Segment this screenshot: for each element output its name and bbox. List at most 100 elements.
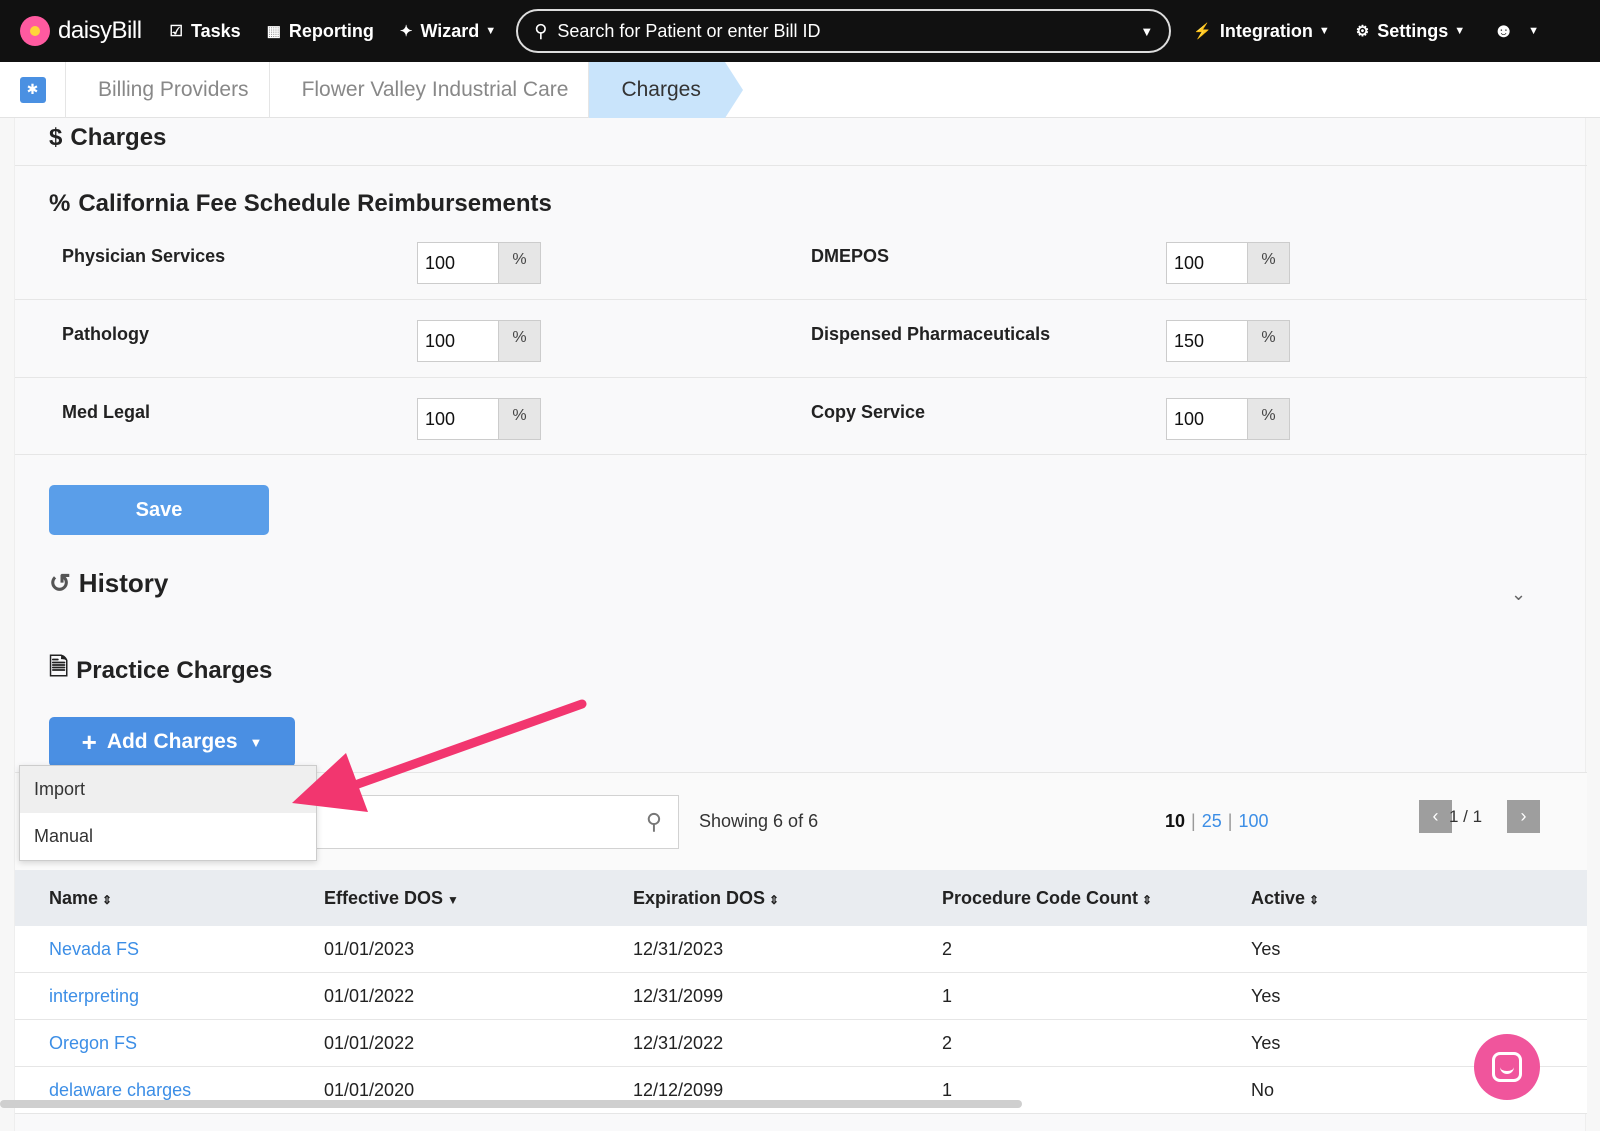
user-avatar-icon: ☻ bbox=[1493, 19, 1515, 42]
document-upload-icon: 🗎 bbox=[49, 654, 69, 681]
charges-heading: $ Charges bbox=[49, 124, 166, 152]
breadcrumb-charges[interactable]: Charges bbox=[589, 61, 744, 118]
next-page-button[interactable]: › bbox=[1507, 800, 1540, 833]
prev-page-button[interactable]: ‹ bbox=[1419, 800, 1452, 833]
nav-wizard[interactable]: ✦ Wizard ▼ bbox=[400, 21, 496, 42]
dropdown-item-import[interactable]: Import bbox=[20, 766, 316, 813]
active-status: No bbox=[1251, 1080, 1275, 1100]
percent-addon: % bbox=[498, 399, 540, 439]
fee-label-copy-service: Copy Service bbox=[811, 402, 926, 422]
physician-services-field[interactable]: 100 % bbox=[417, 242, 541, 284]
per-page-25[interactable]: 25 bbox=[1202, 811, 1222, 831]
table-search-input[interactable]: ⚲ bbox=[315, 795, 679, 849]
col-procedure-code-count-label: Procedure Code Count bbox=[942, 888, 1139, 908]
history-clock-icon: ↺ bbox=[49, 568, 71, 598]
breadcrumb-home[interactable]: ✱ bbox=[0, 61, 66, 118]
expiration-dos: 12/31/2023 bbox=[633, 939, 724, 959]
col-active[interactable]: Active ⇕ bbox=[1251, 888, 1319, 909]
table-row: Nevada FS 01/01/2023 12/31/2023 2 Yes bbox=[15, 926, 1587, 973]
dollar-icon: $ bbox=[49, 124, 63, 151]
save-button[interactable]: Save bbox=[49, 485, 269, 535]
per-page-selector: 10 | 25 | 100 bbox=[1165, 811, 1268, 832]
breadcrumb-billing-providers[interactable]: Billing Providers bbox=[66, 61, 270, 118]
nav-tasks[interactable]: ☑ Tasks bbox=[170, 21, 241, 42]
chevron-down-icon[interactable]: ▼ bbox=[1140, 24, 1153, 39]
add-charges-button[interactable]: + Add Charges ▼ bbox=[49, 717, 295, 767]
dispensed-pharmaceuticals-value[interactable]: 150 bbox=[1167, 321, 1247, 361]
nav-reporting[interactable]: ▦ Reporting bbox=[267, 21, 374, 42]
expiration-dos: 12/12/2099 bbox=[633, 1080, 724, 1100]
col-name[interactable]: Name ⇕ bbox=[49, 888, 112, 909]
logo[interactable]: daisyBill bbox=[20, 16, 142, 46]
chevron-down-icon: ▼ bbox=[1454, 25, 1466, 37]
dispensed-pharmaceuticals-field[interactable]: 150 % bbox=[1166, 320, 1290, 362]
percent-addon: % bbox=[1247, 321, 1289, 361]
charge-name-link[interactable]: interpreting bbox=[49, 986, 139, 1007]
pathology-value[interactable]: 100 bbox=[418, 321, 498, 361]
search-icon[interactable]: ⚲ bbox=[646, 809, 662, 835]
fee-schedule-title: California Fee Schedule Reimbursements bbox=[78, 190, 552, 217]
active-status: Yes bbox=[1251, 986, 1281, 1006]
per-page-10[interactable]: 10 bbox=[1165, 811, 1185, 831]
nav-integration[interactable]: ⚡ Integration ▼ bbox=[1193, 21, 1330, 42]
effective-dos: 01/01/2022 bbox=[324, 1033, 415, 1053]
chat-icon bbox=[1492, 1052, 1522, 1082]
sort-icon: ⇕ bbox=[769, 893, 780, 907]
caret-down-icon: ▼ bbox=[249, 734, 263, 750]
expiration-dos: 12/31/2099 bbox=[633, 986, 724, 1006]
med-legal-value[interactable]: 100 bbox=[418, 399, 498, 439]
med-legal-field[interactable]: 100 % bbox=[417, 398, 541, 440]
col-effective-dos[interactable]: Effective DOS ▼ bbox=[324, 888, 459, 909]
chevron-down-icon[interactable]: ⌄ bbox=[1511, 584, 1526, 605]
active-status: Yes bbox=[1251, 1033, 1281, 1053]
sort-icon: ⇕ bbox=[102, 893, 113, 907]
fee-label-dmepos: DMEPOS bbox=[811, 246, 890, 266]
procedure-code-count: 2 bbox=[942, 1033, 953, 1053]
per-page-100[interactable]: 100 bbox=[1238, 811, 1268, 831]
divider bbox=[15, 165, 1587, 166]
dropdown-item-manual[interactable]: Manual bbox=[20, 813, 316, 860]
practice-charges-heading: 🗎 Practice Charges bbox=[49, 650, 272, 691]
pathology-field[interactable]: 100 % bbox=[417, 320, 541, 362]
nav-wizard-label: Wizard bbox=[420, 20, 480, 41]
table-row: Oregon FS 01/01/2022 12/31/2022 2 Yes bbox=[15, 1020, 1587, 1067]
dmepos-value[interactable]: 100 bbox=[1167, 243, 1247, 283]
copy-service-value[interactable]: 100 bbox=[1167, 399, 1247, 439]
nav-settings-label: Settings bbox=[1377, 20, 1449, 41]
divider bbox=[15, 299, 1587, 300]
logo-text: daisyBill bbox=[58, 17, 142, 44]
patient-search-input[interactable]: ⚲ Search for Patient or enter Bill ID ▼ bbox=[516, 9, 1172, 53]
percent-addon: % bbox=[1247, 243, 1289, 283]
breadcrumb: ✱ Billing Providers Flower Valley Indust… bbox=[0, 61, 1600, 118]
physician-services-value[interactable]: 100 bbox=[418, 243, 498, 283]
chevron-down-icon: ▼ bbox=[1318, 25, 1330, 37]
horizontal-scrollbar[interactable] bbox=[0, 1100, 1022, 1108]
fee-label-pathology: Pathology bbox=[62, 324, 150, 344]
plus-icon: + bbox=[81, 726, 97, 757]
user-menu[interactable]: ☻ ▼ bbox=[1493, 20, 1539, 43]
fee-schedule-heading: % California Fee Schedule Reimbursements bbox=[49, 190, 552, 218]
copy-service-field[interactable]: 100 % bbox=[1166, 398, 1290, 440]
search-icon: ⚲ bbox=[534, 20, 548, 41]
page-indicator: 1 / 1 bbox=[1449, 807, 1483, 826]
daisy-logo-icon bbox=[20, 16, 50, 46]
effective-dos: 01/01/2023 bbox=[324, 939, 415, 959]
col-expiration-dos-label: Expiration DOS bbox=[633, 888, 766, 908]
add-charges-dropdown: Import Manual bbox=[19, 765, 317, 861]
divider bbox=[15, 377, 1587, 378]
active-status: Yes bbox=[1251, 939, 1281, 959]
nav-settings[interactable]: ⚙ Settings ▼ bbox=[1356, 21, 1465, 42]
charge-name-link[interactable]: Nevada FS bbox=[49, 939, 139, 960]
col-effective-dos-label: Effective DOS bbox=[324, 888, 444, 908]
charge-name-link[interactable]: delaware charges bbox=[49, 1080, 191, 1101]
history-heading[interactable]: ↺ History bbox=[49, 568, 168, 599]
expiration-dos: 12/31/2022 bbox=[633, 1033, 724, 1053]
col-procedure-code-count[interactable]: Procedure Code Count ⇕ bbox=[942, 888, 1152, 909]
effective-dos: 01/01/2020 bbox=[324, 1080, 415, 1100]
dmepos-field[interactable]: 100 % bbox=[1166, 242, 1290, 284]
col-expiration-dos[interactable]: Expiration DOS ⇕ bbox=[633, 888, 779, 909]
breadcrumb-provider[interactable]: Flower Valley Industrial Care bbox=[270, 61, 590, 118]
table-row: interpreting 01/01/2022 12/31/2099 1 Yes bbox=[15, 973, 1587, 1020]
charge-name-link[interactable]: Oregon FS bbox=[49, 1033, 137, 1054]
chat-launcher-button[interactable] bbox=[1474, 1034, 1540, 1100]
